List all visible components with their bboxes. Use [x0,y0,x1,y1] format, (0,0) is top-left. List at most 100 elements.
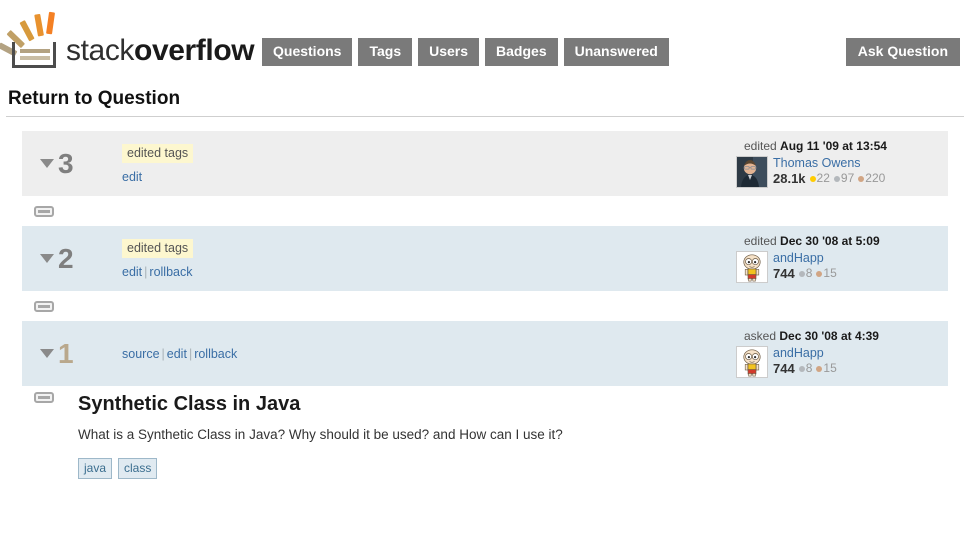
revision-body: edited tags edit [104,139,736,188]
tag-class[interactable]: class [118,458,158,479]
nav-tags[interactable]: Tags [358,38,413,66]
revision-action-verb: edited [744,234,777,248]
user-meta: andHapp 744 8 15 [773,346,840,376]
gold-badge-icon [809,175,816,182]
bronze-badge-group: 15 [816,266,837,281]
avatar[interactable] [736,346,768,378]
diff-marker-icon[interactable] [34,205,54,217]
revision-link-edit[interactable]: edit [122,265,142,279]
revision-action-line: asked Dec 30 '08 at 4:39 [744,329,879,343]
nav-questions[interactable]: Questions [262,38,353,66]
revision-actions: edit | rollback [122,265,736,279]
user-reputation-line: 28.1k 22 97 220 [773,171,888,186]
diff-marker-icon[interactable] [34,300,54,312]
logo-word-overflow: overflow [134,34,255,67]
question-preview: Synthetic Class in Java What is a Synthe… [22,386,948,479]
question-title: Synthetic Class in Java [78,393,301,415]
user-name-link[interactable]: andHapp [773,251,840,266]
user-name-link[interactable]: Thomas Owens [773,156,888,171]
ask-question-button[interactable]: Ask Question [845,38,960,66]
revision-actions: source | edit | rollback [122,347,736,361]
bronze-badge-count: 15 [823,266,837,280]
user-row: andHapp 744 8 15 [736,251,840,283]
reputation-value: 744 [773,266,795,281]
silver-badge-icon [798,365,805,372]
revision-number: 1 [58,337,74,369]
revision-summary: edited tags [122,143,194,163]
revision-body: edited tags edit | rollback [104,234,736,283]
user-reputation-line: 744 8 15 [773,266,840,281]
user-row: Thomas Owens 28.1k 22 97 220 [736,156,888,188]
revision-action-verb: edited [744,139,777,153]
question-body: What is a Synthetic Class in Java? Why s… [78,427,563,442]
revision-action-verb: asked [744,329,777,343]
revision-number-col: 1 [30,329,104,378]
silver-badge-group: 97 [833,171,855,186]
bronze-badge-group: 15 [816,361,837,376]
stackoverflow-logo-icon [0,10,64,68]
gold-badge-count: 22 [816,171,830,185]
revision-link-rollback[interactable]: rollback [194,347,237,361]
revision-action-line: edited Dec 30 '08 at 5:09 [744,234,880,248]
user-row: andHapp 744 8 15 [736,346,840,378]
revision-link-edit[interactable]: edit [167,347,187,361]
silver-badge-count: 8 [805,361,813,375]
revision-list: 3 edited tags edit edited Aug 11 '09 at … [0,117,970,479]
revision-user-card: edited Dec 30 '08 at 5:09 andHapp 744 8 … [736,234,938,283]
bronze-badge-icon [816,270,823,277]
tag-java[interactable]: java [78,458,113,479]
revision-row[interactable]: 3 edited tags edit edited Aug 11 '09 at … [22,131,948,196]
silver-badge-group: 8 [798,266,813,281]
reputation-value: 744 [773,361,795,376]
bronze-badge-count: 15 [823,361,837,375]
revision-link-rollback[interactable]: rollback [149,265,192,279]
avatar[interactable] [736,156,768,188]
revision-marker-row [22,291,948,321]
silver-badge-icon [798,270,805,277]
link-separator: | [161,346,165,361]
site-logo[interactable]: stackoverflow [0,6,255,68]
nav-badges[interactable]: Badges [485,38,558,66]
revision-marker-row [22,196,948,226]
revision-row[interactable]: 1 source | edit | rollback asked Dec 30 '08 … [22,321,948,386]
revision-number-col: 3 [30,139,104,188]
question-tags: java class [78,458,563,479]
silver-badge-icon [833,175,840,182]
user-reputation-line: 744 8 15 [773,361,840,376]
primary-nav: Questions Tags Users Badges Unanswered [262,38,669,66]
bronze-badge-icon [858,175,865,182]
revision-action-line: edited Aug 11 '09 at 13:54 [744,139,887,153]
silver-badge-count: 97 [840,171,855,185]
user-meta: andHapp 744 8 15 [773,251,840,281]
silver-badge-count: 8 [805,266,813,280]
diff-marker-icon[interactable] [34,392,54,403]
revision-row[interactable]: 2 edited tags edit | rollback edited Dec 3… [22,226,948,291]
revision-actions: edit [122,170,736,184]
reputation-value: 28.1k [773,171,806,186]
revision-body: source | edit | rollback [104,329,736,378]
bronze-badge-group: 220 [858,171,885,186]
revision-summary: edited tags [122,238,194,258]
revision-link-source[interactable]: source [122,347,160,361]
user-name-link[interactable]: andHapp [773,346,840,361]
user-meta: Thomas Owens 28.1k 22 97 220 [773,156,888,186]
revision-number: 3 [58,147,74,179]
revision-link-edit[interactable]: edit [122,170,142,184]
page-title[interactable]: Return to Question [0,88,970,116]
logo-word-stack: stack [66,34,135,67]
silver-badge-group: 8 [798,361,813,376]
revision-user-card: asked Dec 30 '08 at 4:39 andHapp 744 8 1… [736,329,938,378]
chevron-down-icon[interactable] [40,159,54,168]
gold-badge-group: 22 [809,171,830,186]
site-header: stackoverflow Questions Tags Users Badge… [0,0,970,88]
nav-unanswered[interactable]: Unanswered [563,38,669,66]
logo-wordmark: stackoverflow [66,34,255,68]
nav-users[interactable]: Users [418,38,480,66]
revision-timestamp: Dec 30 '08 at 5:09 [780,234,880,248]
tray-icon [12,42,56,68]
revision-timestamp: Dec 30 '08 at 4:39 [779,329,879,343]
avatar[interactable] [736,251,768,283]
chevron-down-icon[interactable] [40,349,54,358]
bronze-badge-count: 220 [865,171,886,185]
chevron-down-icon[interactable] [40,254,54,263]
